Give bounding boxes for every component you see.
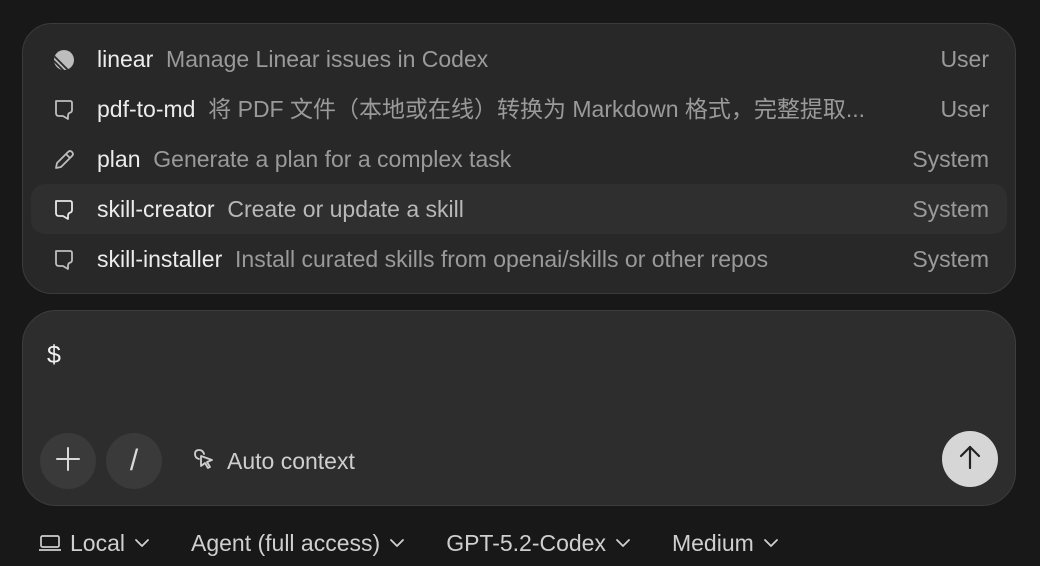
environment-dropdown[interactable]: Local — [38, 530, 151, 557]
auto-context-toggle[interactable]: Auto context — [191, 445, 355, 477]
cursor-click-icon — [191, 446, 217, 477]
skill-name: linear Manage Linear issues in Codex — [97, 46, 489, 72]
reasoning-label: Medium — [671, 529, 754, 556]
skill-name: plan Generate a plan for a complex task — [97, 146, 512, 172]
skill-row-pdf-to-md[interactable]: pdf-to-md 将 PDF 文件（本地或在线）转换为 Markdown 格式… — [31, 84, 1007, 134]
skill-name: pdf-to-md 将 PDF 文件（本地或在线）转换为 Markdown 格式… — [97, 96, 866, 122]
model-label: GPT-5.2-Codex — [446, 529, 606, 556]
model-dropdown[interactable]: GPT-5.2-Codex — [446, 530, 632, 557]
skill-description: Install curated skills from openai/skill… — [235, 246, 769, 272]
add-attachment-button[interactable] — [40, 433, 96, 489]
skill-source: System — [912, 196, 989, 222]
skill-icon — [51, 97, 77, 123]
skill-description: 将 PDF 文件（本地或在线）转换为 Markdown 格式，完整提取... — [208, 96, 866, 122]
arrow-up-icon — [955, 442, 985, 477]
skill-row-linear[interactable]: linear Manage Linear issues in Codex Use… — [31, 34, 1007, 84]
mode-label: Agent (full access) — [190, 529, 381, 556]
skill-row-skill-creator[interactable]: skill-creator Create or update a skill S… — [31, 184, 1007, 234]
chevron-down-icon — [388, 534, 406, 552]
linear-logo-icon — [51, 47, 77, 73]
bottom-toolbar: Local Agent (full access) GPT-5.2-Codex … — [38, 526, 820, 560]
skill-row-skill-installer[interactable]: skill-installer Install curated skills f… — [31, 234, 1007, 284]
chevron-down-icon — [133, 534, 151, 552]
skill-description: Manage Linear issues in Codex — [166, 46, 489, 72]
send-button[interactable] — [942, 431, 998, 487]
prompt-input[interactable]: $ — [47, 341, 61, 370]
skill-icon — [51, 247, 77, 273]
skill-source: System — [912, 146, 989, 172]
skill-source: User — [940, 46, 989, 72]
chevron-down-icon — [762, 534, 780, 552]
skill-name: skill-installer Install curated skills f… — [97, 246, 769, 272]
reasoning-dropdown[interactable]: Medium — [672, 530, 780, 557]
skill-source: System — [912, 246, 989, 272]
chevron-down-icon — [614, 534, 632, 552]
skill-icon — [51, 197, 77, 223]
composer[interactable]: $ / Auto context — [22, 310, 1016, 506]
skill-name: skill-creator Create or update a skill — [97, 196, 464, 222]
skill-source: User — [940, 96, 989, 122]
skills-popup: linear Manage Linear issues in Codex Use… — [22, 23, 1016, 294]
plus-icon — [53, 444, 83, 479]
laptop-icon — [38, 533, 62, 553]
pencil-icon — [51, 147, 77, 173]
slash-command-button[interactable]: / — [106, 433, 162, 489]
skill-description: Create or update a skill — [227, 196, 464, 222]
skill-row-plan[interactable]: plan Generate a plan for a complex task … — [31, 134, 1007, 184]
auto-context-label: Auto context — [227, 447, 355, 474]
slash-label: / — [129, 444, 139, 477]
skill-description: Generate a plan for a complex task — [153, 146, 512, 172]
mode-dropdown[interactable]: Agent (full access) — [191, 530, 406, 557]
environment-label: Local — [70, 529, 125, 556]
